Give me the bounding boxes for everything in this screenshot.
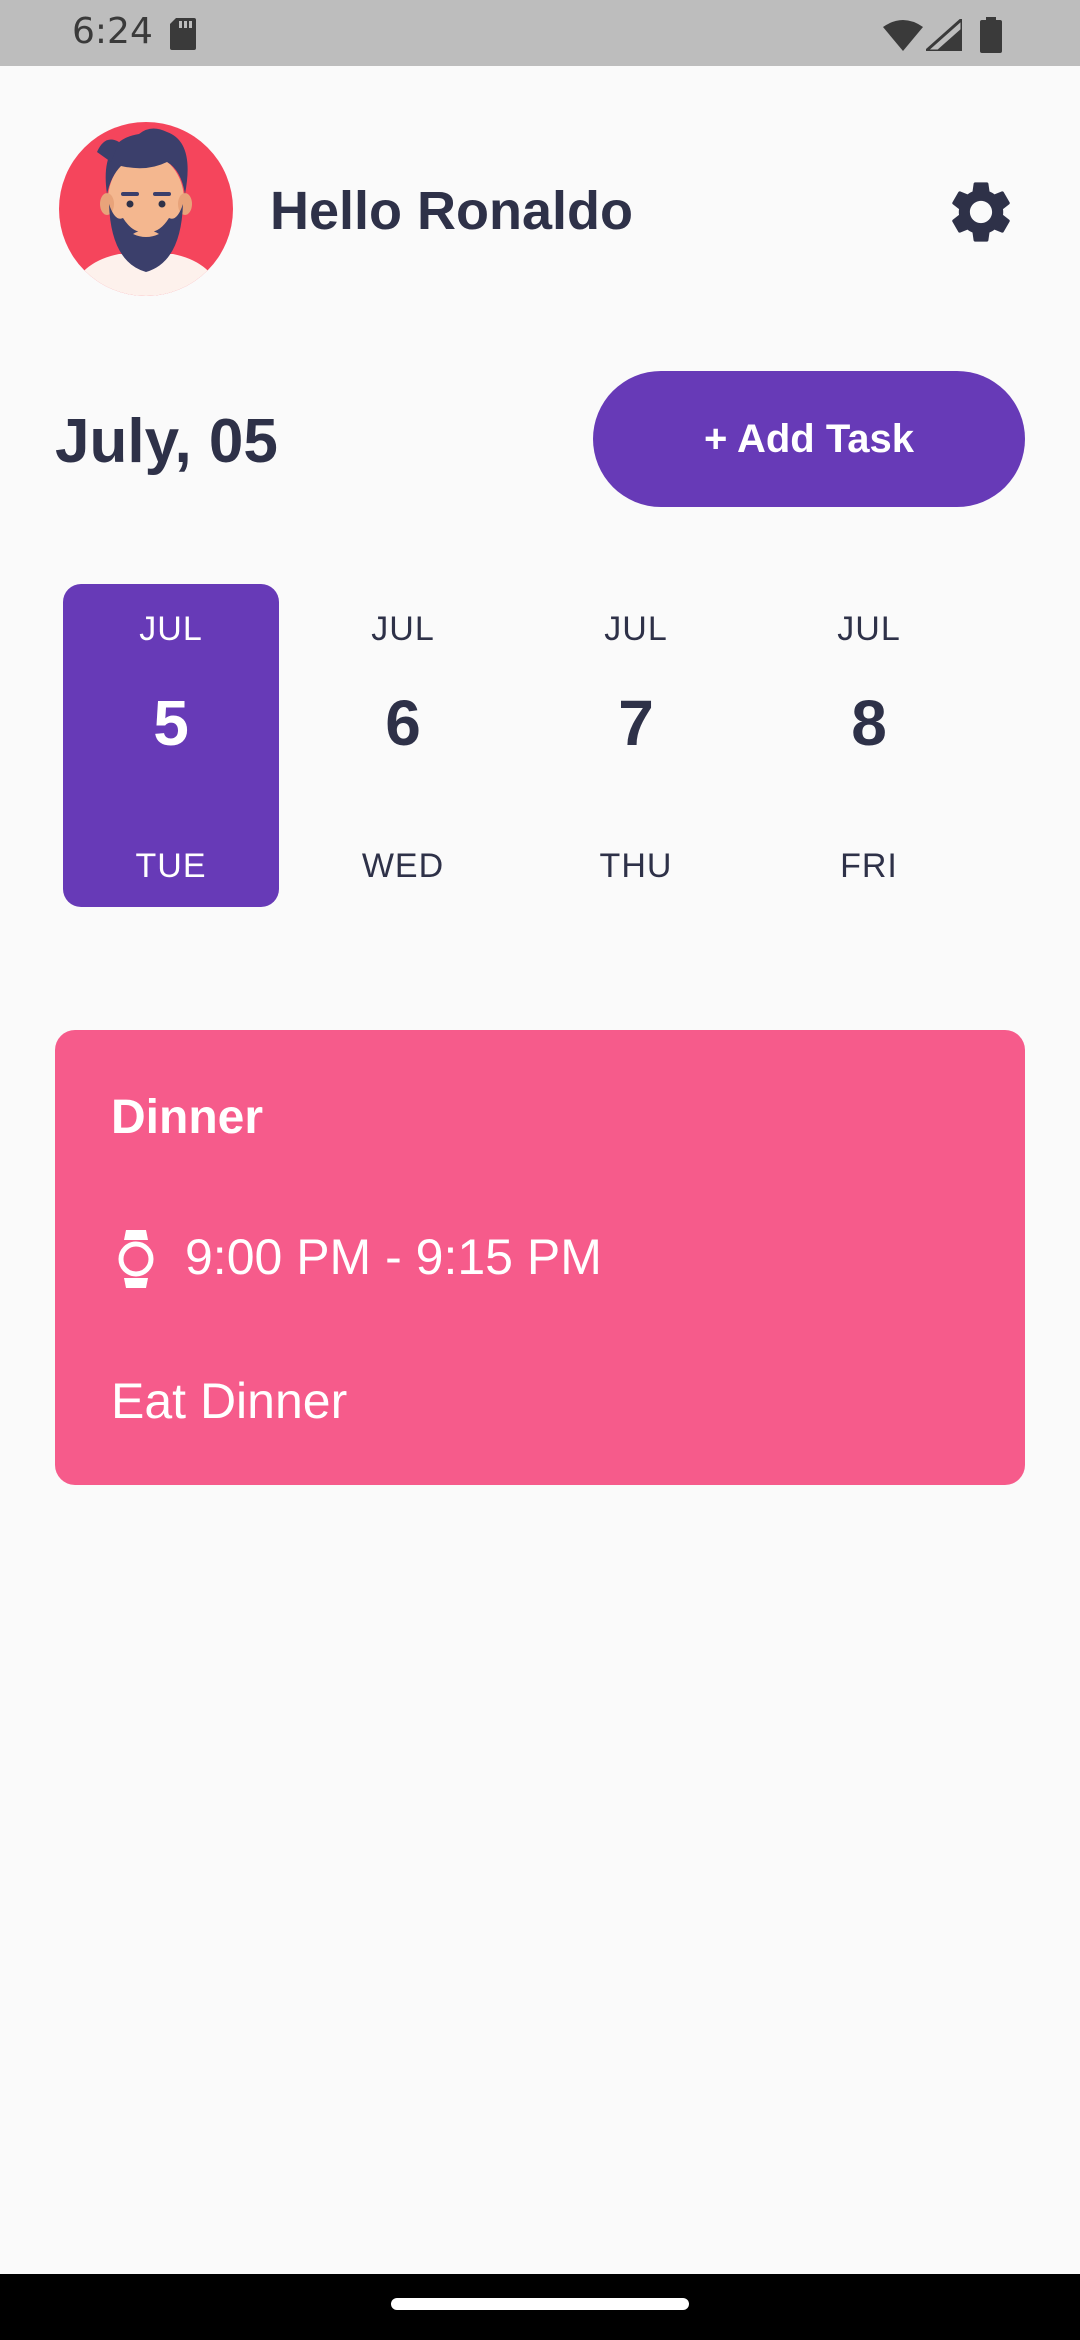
sd-card-icon xyxy=(170,18,196,50)
date-day: 6 xyxy=(385,687,421,759)
add-task-button[interactable]: + Add Task xyxy=(593,371,1025,507)
avatar[interactable] xyxy=(59,122,233,296)
date-item-jul-7[interactable]: JUL 7 THU xyxy=(528,584,744,907)
current-date-title: July, 05 xyxy=(55,407,278,476)
gear-icon[interactable] xyxy=(944,175,1018,249)
signal-icon xyxy=(926,19,962,51)
greeting-text: Hello Ronaldo xyxy=(270,181,633,241)
date-weekday: WED xyxy=(361,847,445,885)
date-item-jul-6[interactable]: JUL 6 WED xyxy=(295,584,511,907)
status-time: 6:24 xyxy=(72,11,153,52)
date-item-jul-5[interactable]: JUL 5 TUE xyxy=(63,584,279,907)
date-month: JUL xyxy=(371,610,435,648)
battery-icon xyxy=(980,17,1002,53)
task-description: Eat Dinner xyxy=(111,1373,348,1429)
date-weekday: FRI xyxy=(840,847,898,885)
date-month: JUL xyxy=(604,610,668,648)
task-card[interactable]: Dinner 9:00 PM - 9:15 PM Eat Dinner xyxy=(55,1030,1025,1485)
task-time: 9:00 PM - 9:15 PM xyxy=(185,1229,602,1285)
watch-icon xyxy=(118,1230,154,1288)
wifi-icon xyxy=(883,20,923,51)
navigation-bar xyxy=(0,2274,1080,2340)
date-month: JUL xyxy=(837,610,901,648)
date-month: JUL xyxy=(139,610,203,648)
date-day: 5 xyxy=(153,687,189,759)
task-title: Dinner xyxy=(111,1091,264,1144)
date-weekday: TUE xyxy=(135,847,207,885)
date-item-jul-8[interactable]: JUL 8 FRI xyxy=(761,584,977,907)
date-day: 7 xyxy=(618,687,654,759)
date-day: 8 xyxy=(851,687,887,759)
home-indicator[interactable] xyxy=(391,2298,689,2310)
status-bar: 6:24 xyxy=(0,0,1080,66)
date-weekday: THU xyxy=(599,847,673,885)
